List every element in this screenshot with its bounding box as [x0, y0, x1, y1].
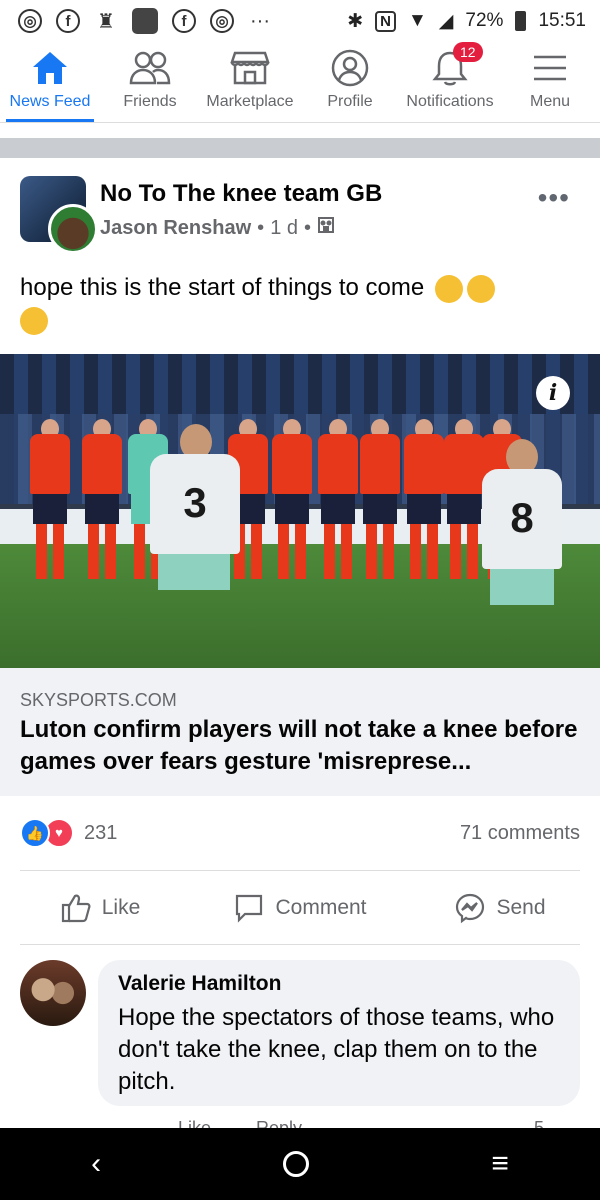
back-icon[interactable]: ‹: [91, 1147, 101, 1181]
home-icon: [28, 46, 72, 90]
friends-icon: [128, 46, 172, 90]
divider: [20, 870, 580, 871]
comment-bubble: Valerie Hamilton Hope the spectators of …: [98, 960, 580, 1106]
comment-author[interactable]: Valerie Hamilton: [118, 972, 281, 996]
kneeling-player-right: 8: [482, 439, 562, 639]
home-circle-icon[interactable]: [283, 1151, 310, 1177]
clapping-hands-emoji-icon: [20, 306, 48, 335]
tab-marketplace[interactable]: Marketplace: [200, 42, 300, 122]
tab-profile[interactable]: Profile: [300, 42, 400, 122]
nfc-icon: N: [375, 10, 396, 32]
info-icon[interactable]: i: [536, 376, 570, 410]
link-preview-image[interactable]: 3 8: [0, 354, 600, 668]
player: [82, 419, 122, 579]
post-meta: Jason Renshaw • 1 d •: [100, 216, 335, 240]
tab-label: Marketplace: [206, 93, 294, 110]
player: [30, 419, 70, 579]
comment-label: Comment: [275, 896, 367, 919]
link-title: Luton confirm players will not take a kn…: [20, 714, 580, 778]
tab-label: Menu: [529, 93, 571, 110]
player: [360, 419, 400, 579]
post-header: No To The knee team GB Jason Renshaw • 1…: [20, 176, 580, 254]
like-button[interactable]: Like: [0, 880, 200, 936]
app-square-icon: [132, 8, 158, 34]
comment-icon: [236, 894, 263, 923]
player: [318, 419, 358, 579]
profile-icon: [328, 46, 372, 90]
send-label: Send: [496, 896, 546, 919]
send-button[interactable]: Send: [400, 880, 600, 936]
kneeling-player-left: 3: [150, 424, 240, 624]
post-body: hope this is the start of things to come: [20, 274, 425, 301]
meta-dot: •: [304, 216, 312, 239]
reaction-count: 231: [84, 821, 118, 844]
commenter-avatar[interactable]: [20, 960, 86, 1026]
app-notification-icon-2: ◎: [210, 9, 234, 33]
cake-icon: ♜: [97, 10, 115, 33]
player: [404, 419, 444, 579]
marketplace-icon: [228, 46, 272, 90]
tab-news-feed[interactable]: News Feed: [0, 42, 100, 122]
player: [272, 419, 312, 579]
group-name[interactable]: No To The knee team GB: [100, 180, 382, 208]
feed-separator: [0, 138, 600, 158]
battery-percent: 72%: [465, 10, 504, 31]
top-navigation: News Feed Friends Marketplace Profile 12…: [0, 42, 600, 123]
comment-button[interactable]: Comment: [200, 880, 400, 936]
link-preview[interactable]: SKYSPORTS.COM Luton confirm players will…: [0, 668, 600, 796]
author-avatar[interactable]: [48, 204, 98, 254]
comment-text: Hope the spectators of those teams, who …: [118, 1004, 555, 1095]
like-label: Like: [101, 896, 141, 919]
facebook-notification-icon: f: [56, 9, 80, 33]
tab-label: Notifications: [406, 93, 494, 110]
thumbs-up-icon: [61, 894, 91, 923]
notification-badge: 12: [453, 42, 483, 62]
signal-icon: ◢: [438, 10, 454, 32]
clapping-hands-emoji-icon: [434, 274, 463, 303]
post-actions: Like Comment Send: [0, 880, 600, 936]
more-notifications-icon: ···: [250, 9, 270, 32]
shirt-number: 8: [510, 494, 534, 541]
group-privacy-icon: [317, 216, 335, 240]
like-reaction-icon: 👍: [20, 818, 50, 848]
link-title-text: Luton confirm players will not take a kn…: [20, 716, 578, 775]
tab-label: Friends: [123, 93, 177, 110]
facebook-notification-icon-2: f: [172, 9, 196, 33]
tab-friends[interactable]: Friends: [100, 42, 200, 122]
post-more-options-icon[interactable]: •••: [538, 182, 570, 214]
reaction-summary[interactable]: 👍 ♥ 231: [20, 818, 117, 848]
app-notification-icon: ◎: [18, 9, 42, 33]
comments-count[interactable]: 71 comments: [460, 822, 580, 845]
system-navigation-bar: ‹ ≡: [0, 1128, 600, 1200]
battery-icon: [515, 11, 527, 31]
wifi-icon: ▼: [407, 10, 427, 31]
status-bar: ◎ f ♜ f ◎ ··· ✱ N ▼ ◢ 72% 15:51: [0, 0, 600, 42]
post-author[interactable]: Jason Renshaw: [100, 217, 251, 240]
divider: [20, 944, 580, 945]
tab-notifications[interactable]: 12 Notifications: [400, 42, 500, 122]
recents-icon[interactable]: ≡: [491, 1147, 509, 1181]
messenger-icon: [456, 893, 485, 924]
player: [444, 419, 484, 579]
shirt-number: 3: [183, 479, 207, 526]
link-domain: SKYSPORTS.COM: [20, 690, 177, 710]
tab-label: News Feed: [9, 93, 91, 110]
post-time[interactable]: 1 d: [270, 217, 298, 240]
clapping-hands-emoji-icon: [466, 274, 495, 303]
bluetooth-icon: ✱: [347, 10, 364, 32]
tab-menu[interactable]: Menu: [500, 42, 600, 122]
post-text: hope this is the start of things to come: [20, 272, 570, 336]
clock: 15:51: [538, 10, 586, 31]
meta-dot: •: [257, 216, 265, 239]
menu-icon: [528, 46, 572, 90]
tab-label: Profile: [327, 93, 373, 110]
